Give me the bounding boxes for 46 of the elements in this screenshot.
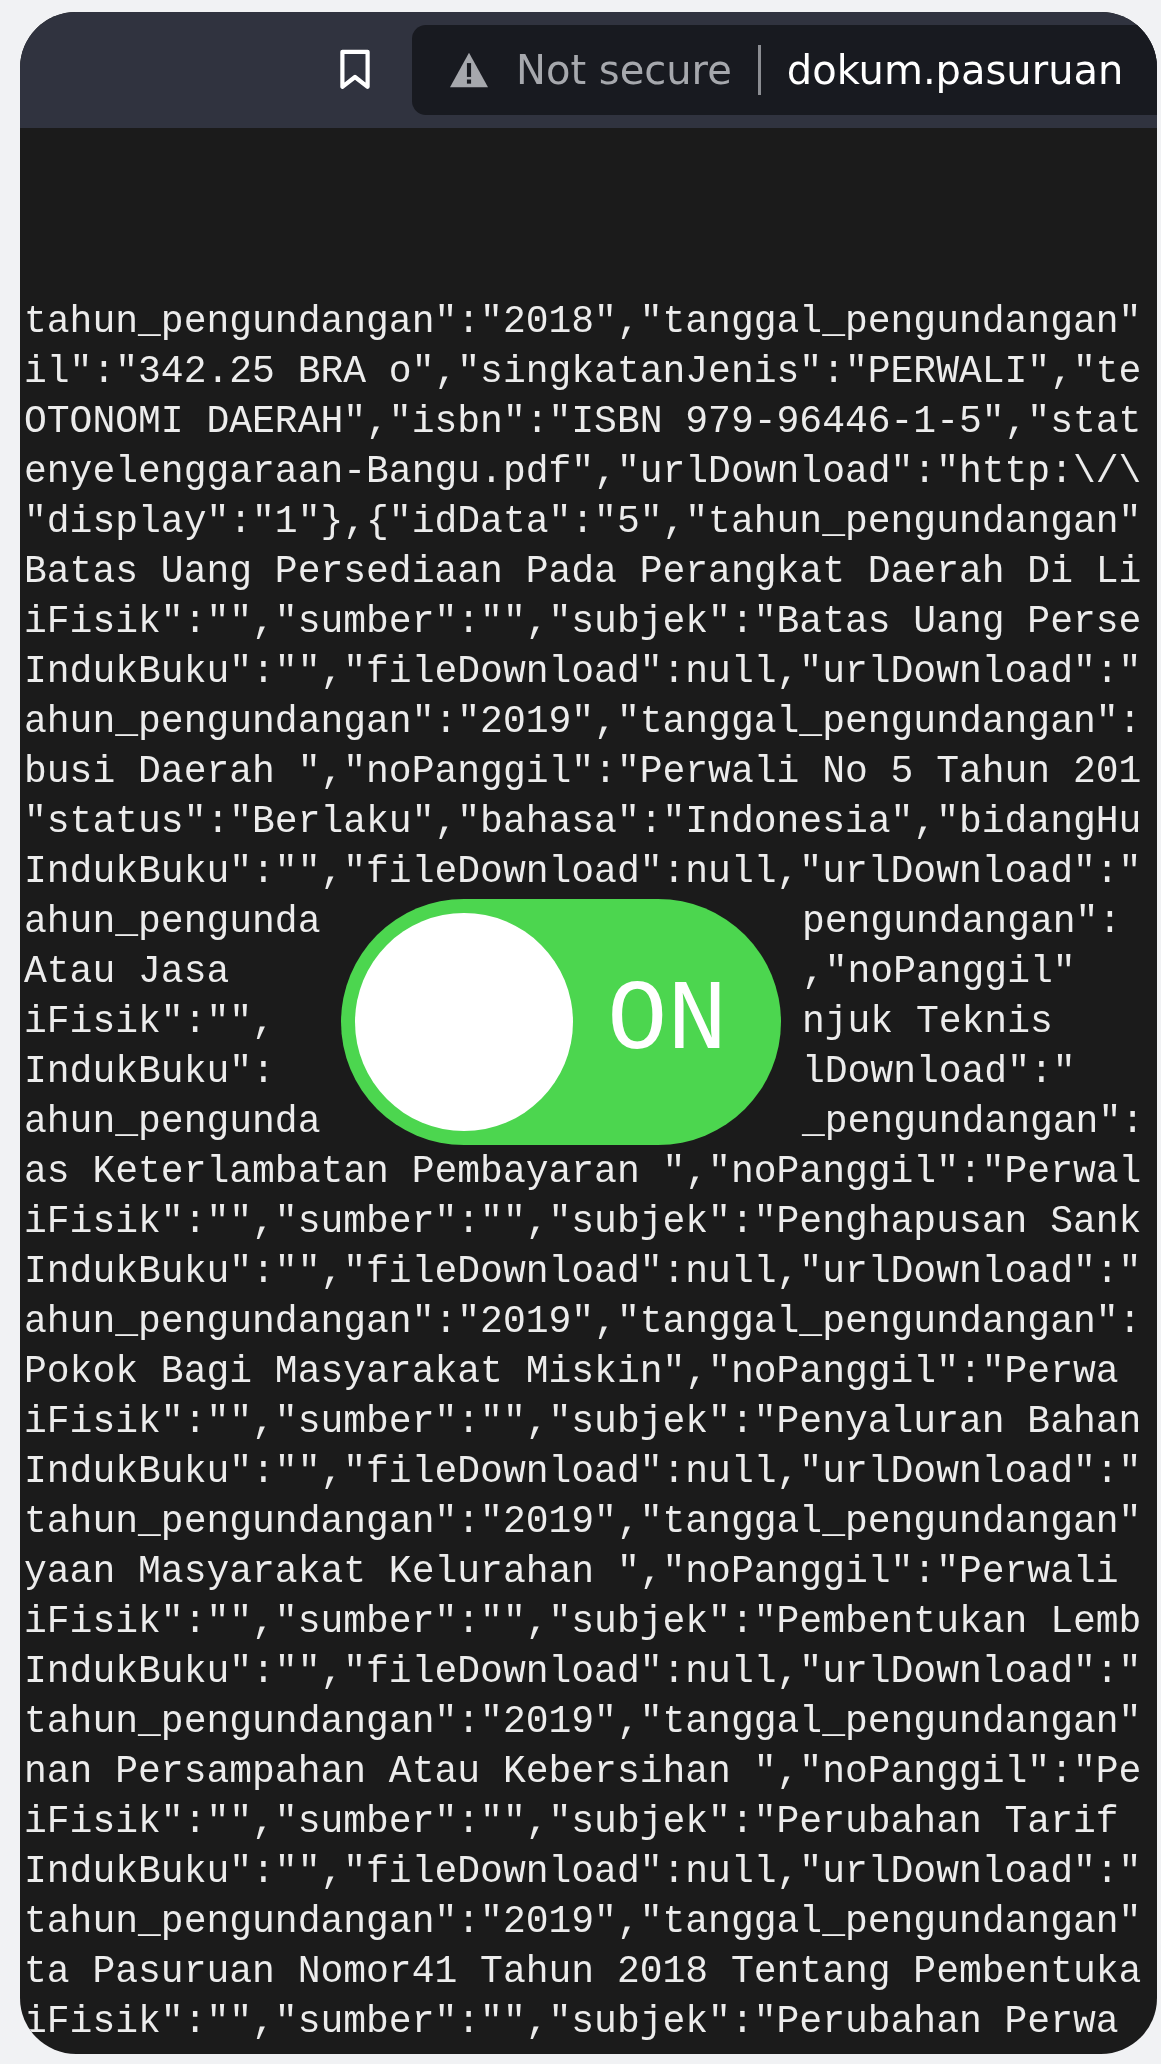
json-text: ahun_pengundangan":"2019","tanggal_pengundangan": xyxy=(24,1299,1142,1345)
json-text: tahun_pengundangan":"2019","tanggal_pengundangan" xyxy=(24,1899,1142,1945)
json-text: _pengundangan": xyxy=(801,1099,1144,1145)
json-text: iFisik":"","sumber":"","subjek":"Perubahan Perwa xyxy=(24,1999,1119,2045)
url-text: dokum.pasuruan xyxy=(786,47,1124,93)
json-text: enyelenggaraan-Bangu.pdf","urlDownload":"http:\/\ xyxy=(24,449,1142,495)
json-text: iFisik":"","sumber":"","subjek":"Penyaluran Bahan xyxy=(24,1399,1142,1445)
json-text: pengundangan": xyxy=(801,899,1123,945)
json-text: Atau Jasa xyxy=(24,949,231,995)
json-text: ahun_pengunda xyxy=(24,899,321,945)
json-text: yaan Masyarakat Kelurahan ","noPanggil":"Perwali xyxy=(24,1549,1119,1595)
json-text: IndukBuku": xyxy=(24,1049,276,1095)
json-text: ta Pasuruan Nomor41 Tahun 2018 Tentang Pembentuka xyxy=(24,1949,1142,1995)
json-text: busi Daerah ","noPanggil":"Perwali No 5 Tahun 201 xyxy=(24,749,1142,795)
json-text: ,"noPanggil" xyxy=(801,949,1077,995)
json-text: IndukBuku":"","fileDownload":null,"urlDownload":" xyxy=(24,1449,1142,1495)
json-text: IndukBuku":"","fileDownload":null,"urlDownload":" xyxy=(24,1849,1142,1895)
json-text: IndukBuku":"","fileDownload":null,"urlDownload":" xyxy=(24,649,1142,695)
json-text: iFisik":"","sumber":"","subjek":"Perubahan Tarif xyxy=(24,1799,1119,1845)
json-text: tahun_pengundangan":"2019","tanggal_pengundangan" xyxy=(24,1499,1142,1545)
json-text: IndukBuku":"","fileDownload":null,"urlDownload":" xyxy=(24,849,1142,895)
json-text: lDownload":" xyxy=(801,1049,1077,1095)
json-text: ahun_pengunda xyxy=(24,1099,321,1145)
json-text: ahun_pengundangan":"2019","tanggal_pengundangan": xyxy=(24,699,1142,745)
json-text: tahun_pengundangan":"2019","tanggal_pengundangan" xyxy=(24,1699,1142,1745)
json-text: njuk Teknis xyxy=(801,999,1054,1045)
json-text: as Keterlambatan Pembayaran ","noPanggil":"Perwal xyxy=(24,1149,1142,1195)
toggle-label: ON xyxy=(607,972,728,1072)
json-text: "status":"Berlaku","bahasa":"Indonesia","bidangHu xyxy=(24,799,1142,845)
json-text: nan Persampahan Atau Kebersihan ","noPanggil":"Pe xyxy=(24,1749,1142,1795)
json-text: Pokok Bagi Masyarakat Miskin","noPanggil":"Perwa xyxy=(24,1349,1119,1395)
bookmark-icon[interactable] xyxy=(338,49,372,91)
json-text: iFisik":"", xyxy=(24,999,276,1045)
json-text: OTONOMI DAERAH","isbn":"ISBN 979-96446-1-5","stat xyxy=(24,399,1142,445)
json-text: IndukBuku":"","fileDownload":null,"urlDownload":" xyxy=(24,1649,1142,1695)
json-text: Batas Uang Persediaan Pada Perangkat Daerah Di Li xyxy=(24,549,1142,595)
json-text: iFisik":"","sumber":"","subjek":"Penghapusan Sank xyxy=(24,1199,1142,1245)
json-text: il":"342.25 BRA o","singkatanJenis":"PERWALI","te xyxy=(24,349,1142,395)
json-text: iFisik":"","sumber":"","subjek":"Batas Uang Perse xyxy=(24,599,1142,645)
json-text: IndukBuku":"","fileDownload":null,"urlDownload":" xyxy=(24,1249,1142,1295)
json-text: tahun_pengundangan":"2018","tanggal_pengundangan" xyxy=(24,299,1142,345)
json-text: iFisik":"","sumber":"","subjek":"Pembentukan Lemb xyxy=(24,1599,1142,1645)
address-bar[interactable]: Not secure dokum.pasuruan xyxy=(412,25,1157,115)
security-label: Not secure xyxy=(516,47,732,93)
json-text: "display":"1"},{"idData":"5","tahun_pengundangan" xyxy=(24,499,1142,545)
warning-icon xyxy=(448,51,490,89)
